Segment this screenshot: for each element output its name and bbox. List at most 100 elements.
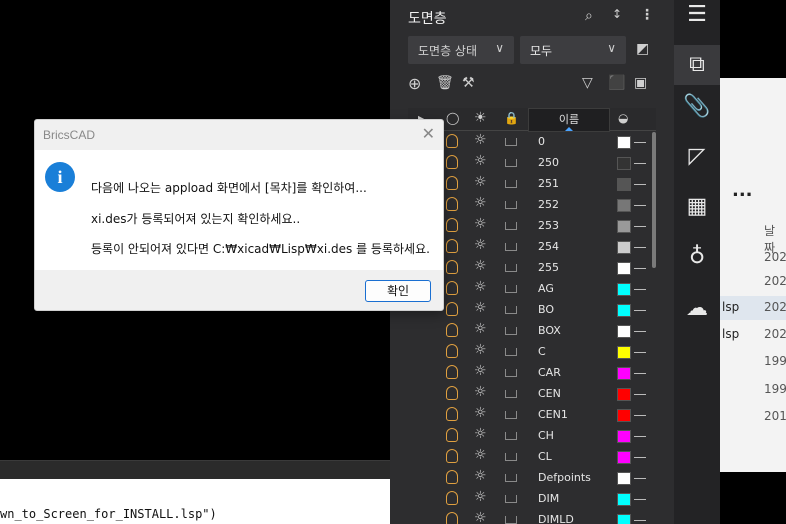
layer-color-swatch[interactable]	[617, 178, 631, 191]
layer-color-swatch[interactable]	[617, 199, 631, 212]
sun-icon[interactable]: ☼	[474, 342, 487, 358]
bulb-icon[interactable]	[446, 239, 458, 253]
layer-row[interactable]: ☼ C	[408, 342, 656, 363]
layer-row[interactable]: ☼ CL	[408, 447, 656, 468]
name-column-header[interactable]: 이름	[528, 108, 610, 132]
layer-row[interactable]: ☼ AG	[408, 279, 656, 300]
linetype-icon[interactable]	[634, 268, 646, 269]
linetype-icon[interactable]	[634, 520, 646, 521]
layer-color-swatch[interactable]	[617, 409, 631, 422]
file-row[interactable]: 2022	[720, 246, 786, 270]
more-icon[interactable]: ...	[732, 180, 753, 201]
bulb-icon[interactable]	[446, 218, 458, 232]
unlock-icon[interactable]	[505, 306, 517, 314]
bulb-icon[interactable]	[446, 428, 458, 442]
layer-row[interactable]: ☼ 250	[408, 153, 656, 174]
sun-icon[interactable]: ☼	[474, 153, 487, 169]
layer-color-swatch[interactable]	[617, 451, 631, 464]
sun-icon[interactable]: ☼	[474, 216, 487, 232]
linetype-icon[interactable]	[634, 457, 646, 458]
unlock-icon[interactable]	[505, 327, 517, 335]
linetype-icon[interactable]	[634, 289, 646, 290]
linetype-icon[interactable]	[634, 310, 646, 311]
layer-row[interactable]: ☼ DIMLD	[408, 510, 656, 524]
sun-icon[interactable]: ☼	[474, 426, 487, 442]
layer-row[interactable]: ☼ BO	[408, 300, 656, 321]
linetype-icon[interactable]	[634, 142, 646, 143]
bulb-icon[interactable]	[446, 344, 458, 358]
delete-icon[interactable]: 🗑	[436, 76, 454, 90]
unlock-icon[interactable]	[505, 432, 517, 440]
unlock-icon[interactable]	[505, 495, 517, 503]
sun-icon[interactable]: ☼	[474, 363, 487, 379]
unlock-icon[interactable]	[505, 243, 517, 251]
sun-icon[interactable]: ☼	[474, 384, 487, 400]
layer-row[interactable]: ☼ BOX	[408, 321, 656, 342]
layers-icon[interactable]: ⧉	[674, 45, 720, 85]
bulb-icon[interactable]	[446, 449, 458, 463]
sun-icon[interactable]: ☼	[474, 510, 487, 524]
sun-icon[interactable]: ☼	[474, 174, 487, 190]
unlock-icon[interactable]	[505, 222, 517, 230]
unlock-icon[interactable]	[505, 390, 517, 398]
layer-row[interactable]: ☼ 255	[408, 258, 656, 279]
unlock-icon[interactable]	[505, 159, 517, 167]
bulb-icon[interactable]	[446, 281, 458, 295]
attachments-icon[interactable]: 📎	[674, 92, 720, 122]
linetype-icon[interactable]	[634, 352, 646, 353]
bulb-icon[interactable]	[446, 134, 458, 148]
linetype-icon[interactable]	[634, 205, 646, 206]
close-icon[interactable]: ✕	[422, 124, 435, 143]
library-icon[interactable]: ▦	[674, 192, 720, 222]
layer-row[interactable]: ☼ CEN1	[408, 405, 656, 426]
unlock-icon[interactable]	[505, 453, 517, 461]
layer-color-swatch[interactable]	[617, 430, 631, 443]
bulb-icon[interactable]	[446, 155, 458, 169]
sun-icon[interactable]: ☼	[474, 132, 487, 148]
bulb-icon[interactable]	[446, 386, 458, 400]
file-row[interactable]: 1999	[720, 378, 786, 402]
bulb-icon[interactable]	[446, 302, 458, 316]
layer-color-swatch[interactable]	[617, 493, 631, 506]
layer-filter-dropdown[interactable]: 도면층 상태 ∨	[408, 36, 514, 64]
layer-row[interactable]: ☼ 253	[408, 216, 656, 237]
ok-button[interactable]: 확인	[365, 280, 431, 302]
bulb-icon[interactable]	[446, 365, 458, 379]
unlock-icon[interactable]	[505, 201, 517, 209]
layer-color-swatch[interactable]	[617, 241, 631, 254]
layer-row[interactable]: ☼ 254	[408, 237, 656, 258]
unlock-icon[interactable]	[505, 516, 517, 524]
layer-states-icon[interactable]: ⬛	[608, 76, 625, 90]
sun-icon[interactable]: ☼	[474, 321, 487, 337]
bulb-icon[interactable]	[446, 491, 458, 505]
sun-icon[interactable]: ☼	[474, 489, 487, 505]
sun-icon[interactable]: ☼	[474, 405, 487, 421]
layer-row[interactable]: ☼ CAR	[408, 363, 656, 384]
linetype-icon[interactable]	[634, 394, 646, 395]
file-row[interactable]: 2013	[720, 405, 786, 429]
linetype-icon[interactable]	[634, 499, 646, 500]
layer-row[interactable]: ☼ 252	[408, 195, 656, 216]
layer-row[interactable]: ☼ CEN	[408, 384, 656, 405]
layer-color-swatch[interactable]	[617, 346, 631, 359]
linetype-icon[interactable]	[634, 226, 646, 227]
bulb-icon[interactable]	[446, 512, 458, 524]
unlock-icon[interactable]	[505, 411, 517, 419]
layer-color-swatch[interactable]	[617, 136, 631, 149]
layer-row[interactable]: ☼ DIM	[408, 489, 656, 510]
layer-tools-icon[interactable]: ▣	[634, 76, 647, 90]
layer-color-swatch[interactable]	[617, 220, 631, 233]
linetype-icon[interactable]	[634, 436, 646, 437]
linetype-icon[interactable]	[634, 247, 646, 248]
layer-color-swatch[interactable]	[617, 325, 631, 338]
file-row[interactable]: lsp 2022	[720, 323, 786, 347]
unlock-icon[interactable]	[505, 264, 517, 272]
sun-icon[interactable]: ☼	[474, 468, 487, 484]
invert-filter-icon[interactable]: ◩	[636, 42, 649, 56]
bulb-icon[interactable]	[446, 407, 458, 421]
unlock-icon[interactable]	[505, 348, 517, 356]
purge-brush-icon[interactable]: ⚒	[462, 76, 475, 90]
balloon-icon[interactable]: ♁	[674, 242, 720, 272]
lock-header-icon[interactable]: 🔒	[504, 112, 519, 124]
linetype-icon[interactable]	[634, 163, 646, 164]
